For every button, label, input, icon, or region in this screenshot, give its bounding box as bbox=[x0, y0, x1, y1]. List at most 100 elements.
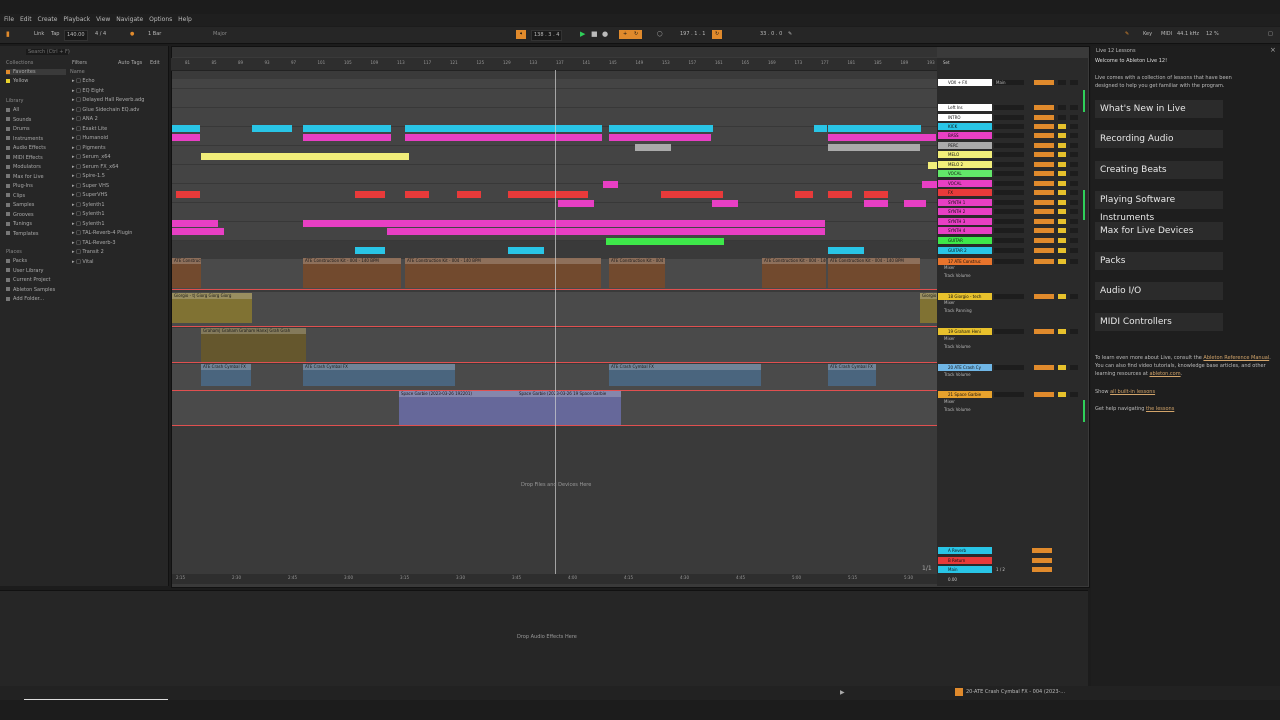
automation-chooser[interactable]: Mixer bbox=[944, 300, 955, 305]
audio-clip-crash[interactable]: ATE Crash Cymbal FX bbox=[828, 364, 876, 386]
mixer-control[interactable] bbox=[994, 124, 1024, 129]
return-activator[interactable] bbox=[1032, 557, 1052, 563]
solo-button[interactable] bbox=[1058, 162, 1066, 167]
time-ruler[interactable]: 2:15 2:30 2:45 3:00 3:15 3:30 3:45 4:00 4:15 4:30… bbox=[172, 574, 937, 584]
solo-button[interactable] bbox=[1058, 181, 1066, 186]
mixer-control[interactable] bbox=[1070, 124, 1078, 129]
lesson-item[interactable]: Audio I/O bbox=[1095, 282, 1223, 301]
place-item[interactable]: Add Folder... bbox=[6, 296, 44, 302]
midi-clip[interactable] bbox=[457, 191, 481, 198]
browser-item[interactable]: ▸ □ TAL-Reverb-3 bbox=[72, 240, 116, 246]
track-header[interactable]: SYNTH 3 bbox=[938, 218, 992, 225]
audio-clip-crash[interactable]: ATE Crash Cymbal FX bbox=[201, 364, 251, 386]
solo-button[interactable] bbox=[1058, 190, 1066, 195]
library-item[interactable]: Tunings bbox=[6, 221, 32, 227]
auto-tags-button[interactable]: Auto Tags bbox=[118, 60, 142, 66]
collection-favorites[interactable]: Favorites bbox=[6, 69, 66, 75]
mixer-control[interactable] bbox=[994, 294, 1024, 299]
track-activator-button[interactable] bbox=[1034, 365, 1054, 370]
midi-clip[interactable] bbox=[176, 191, 200, 198]
track-activator-button[interactable] bbox=[1034, 143, 1054, 148]
midi-clip[interactable] bbox=[303, 125, 391, 132]
sidebar-toggle-icon[interactable]: ▮ bbox=[6, 30, 10, 39]
automation-chooser[interactable]: Track Volume bbox=[944, 273, 971, 278]
track-activator-button[interactable] bbox=[1034, 105, 1054, 110]
track-header[interactable]: BASS bbox=[938, 132, 992, 139]
mixer-control[interactable] bbox=[1070, 200, 1078, 205]
return-track-header[interactable]: A Reverb bbox=[938, 547, 992, 554]
browser-item[interactable]: ▸ □ EQ Eight bbox=[72, 88, 104, 94]
browser-item[interactable]: ▸ □ Delayed Hall Reverb.adg bbox=[72, 97, 144, 103]
mixer-control[interactable] bbox=[1070, 143, 1078, 148]
audio-clip-space[interactable]: Space Garbie (2023-03-26 19 Space Garbie bbox=[517, 391, 621, 425]
audio-clip-crash[interactable]: ATE Crash Cymbal FX bbox=[609, 364, 761, 386]
track-header[interactable]: Left Ins bbox=[938, 104, 992, 111]
track-activator-button[interactable] bbox=[1034, 259, 1054, 264]
midi-clip[interactable] bbox=[828, 134, 936, 141]
solo-button[interactable] bbox=[1058, 329, 1066, 334]
track-header[interactable]: 21 Space Garbie bbox=[938, 391, 992, 398]
audio-clip-giorgio[interactable]: Giorgio - t| Giorg Giorg Giorg bbox=[172, 293, 252, 323]
scale-select[interactable]: Major bbox=[213, 30, 227, 39]
library-item[interactable]: Instruments bbox=[6, 136, 43, 142]
midi-clip[interactable] bbox=[864, 191, 888, 198]
track-activator-button[interactable] bbox=[1034, 329, 1054, 334]
midi-clip[interactable] bbox=[252, 125, 292, 132]
arrangement-position[interactable]: 138 . 3 . 4 bbox=[531, 30, 563, 41]
track-activator-button[interactable] bbox=[1034, 228, 1054, 233]
collection-yellow[interactable]: Yellow bbox=[6, 78, 28, 84]
audio-clip-construction[interactable]: ATE Construction Kit - 004 - 140 BPM bbox=[762, 258, 826, 288]
lesson-item[interactable]: MIDI Controllers bbox=[1095, 312, 1223, 331]
key-map-button[interactable]: Key bbox=[1143, 30, 1152, 39]
audio-clip-construction[interactable]: ATE Construction Kit - 004 - 140 BPM bbox=[172, 258, 201, 288]
mixer-control[interactable] bbox=[1070, 238, 1078, 243]
midi-clip[interactable] bbox=[405, 191, 429, 198]
track-header[interactable]: MELO 2 bbox=[938, 161, 992, 168]
solo-button[interactable] bbox=[1058, 80, 1066, 85]
name-column-header[interactable]: Name bbox=[70, 69, 85, 75]
library-item[interactable]: Clips bbox=[6, 193, 25, 199]
audio-clip-construction[interactable]: ATE Construction Kit - 004 - 140 BPM bbox=[828, 258, 920, 288]
solo-button[interactable] bbox=[1058, 200, 1066, 205]
solo-button[interactable] bbox=[1058, 133, 1066, 138]
play-icon-small[interactable]: ▶ bbox=[840, 689, 845, 696]
solo-button[interactable] bbox=[1058, 219, 1066, 224]
automation-chooser[interactable]: Track Volume bbox=[944, 344, 971, 349]
filters-button[interactable]: Filters bbox=[72, 60, 87, 66]
library-item[interactable]: Modulators bbox=[6, 164, 41, 170]
browser-item[interactable]: ▸ □ Transit 2 bbox=[72, 249, 104, 255]
play-icon[interactable]: ▶ bbox=[580, 30, 585, 39]
midi-clip[interactable] bbox=[201, 153, 409, 160]
menu-view[interactable]: View bbox=[96, 14, 110, 26]
mixer-control[interactable] bbox=[1070, 105, 1078, 110]
stop-icon[interactable]: ■ bbox=[591, 30, 598, 39]
return-activator[interactable] bbox=[1032, 567, 1052, 572]
solo-button[interactable] bbox=[1058, 209, 1066, 214]
solo-button[interactable] bbox=[1058, 115, 1066, 120]
track-activator-button[interactable] bbox=[1034, 181, 1054, 186]
mixer-control[interactable] bbox=[994, 365, 1024, 370]
midi-clip[interactable] bbox=[661, 191, 723, 198]
mixer-control[interactable] bbox=[1070, 190, 1078, 195]
menu-playback[interactable]: Playback bbox=[63, 14, 90, 26]
follow-button[interactable]: ➧ bbox=[516, 30, 527, 39]
midi-clip[interactable] bbox=[828, 247, 864, 254]
track-activator-button[interactable] bbox=[1034, 133, 1054, 138]
audio-clip-construction[interactable]: ATE Construction Kit - 004 - 140 BPM bbox=[609, 258, 665, 288]
browser-item[interactable]: ▸ □ Humanoid bbox=[72, 135, 108, 141]
solo-button[interactable] bbox=[1058, 259, 1066, 264]
library-item[interactable]: Grooves bbox=[6, 212, 34, 218]
solo-button[interactable] bbox=[1058, 171, 1066, 176]
midi-clip[interactable] bbox=[387, 228, 825, 235]
track-header[interactable]: MELO bbox=[938, 151, 992, 158]
menu-options[interactable]: Options bbox=[149, 14, 172, 26]
reference-manual-link[interactable]: Ableton Reference Manual bbox=[1203, 355, 1269, 361]
return-track-header[interactable]: B Return bbox=[938, 556, 992, 564]
browser-item[interactable]: ▸ □ Pigments bbox=[72, 145, 106, 151]
midi-clip[interactable] bbox=[606, 238, 724, 245]
automation-chooser[interactable]: Track Volume bbox=[944, 372, 971, 377]
lesson-item[interactable]: Playing Software Instruments bbox=[1095, 191, 1223, 223]
time-signature[interactable]: 4 / 4 bbox=[95, 30, 106, 39]
track-activator-button[interactable] bbox=[1034, 392, 1054, 397]
track-activator-button[interactable] bbox=[1034, 219, 1054, 224]
